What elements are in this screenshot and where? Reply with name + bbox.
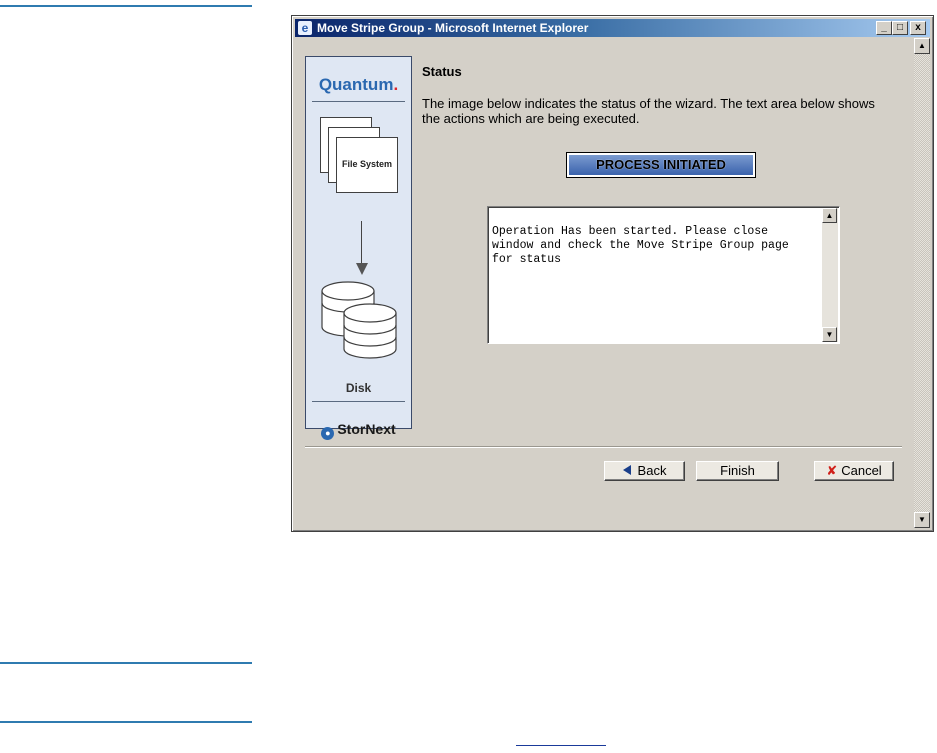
top-rule — [0, 5, 252, 7]
stornext-logo: ● StorNext — [306, 421, 411, 440]
lower-rule — [0, 721, 252, 723]
scroll-up-icon[interactable]: ▲ — [914, 38, 930, 54]
mid-rule — [0, 662, 252, 664]
quantum-logo: Quantum. — [318, 75, 399, 94]
process-status-badge: PROCESS INITIATED — [566, 152, 756, 178]
globe-icon: ● — [321, 427, 335, 440]
disk-label: Disk — [345, 381, 372, 395]
back-arrow-icon — [622, 465, 631, 475]
log-scroll-up-icon[interactable]: ▲ — [822, 208, 837, 223]
window-scrollbar[interactable]: ▲ ▼ — [914, 38, 930, 528]
finish-button[interactable]: Finish — [696, 461, 779, 481]
back-button[interactable]: Back — [604, 461, 685, 481]
panel-divider — [312, 101, 405, 102]
cancel-x-icon: ✘ — [826, 463, 838, 478]
panel-divider-bottom — [312, 401, 405, 402]
log-scroll-down-icon[interactable]: ▼ — [822, 327, 837, 342]
disk-icon — [320, 279, 400, 369]
status-heading: Status — [422, 64, 462, 79]
wizard-side-panel: Quantum. File System Disk ● StorNext — [305, 56, 412, 440]
maximize-button[interactable]: □ — [892, 21, 908, 35]
scroll-down-icon[interactable]: ▼ — [914, 512, 930, 528]
file-system-icon: File System — [320, 117, 404, 197]
process-status-text: PROCESS INITIATED — [596, 157, 726, 172]
footer-link-underline — [516, 745, 606, 746]
close-button[interactable]: x — [910, 21, 926, 35]
ie-icon: e — [298, 21, 312, 35]
actions-log-textarea[interactable]: Operation Has been started. Please close… — [487, 206, 840, 344]
wizard-content: Quantum. File System Disk ● StorNext Sta… — [295, 38, 914, 528]
status-description: The image below indicates the status of … — [422, 96, 875, 126]
minimize-button[interactable]: _ — [876, 21, 892, 35]
window-title: Move Stripe Group - Microsoft Internet E… — [317, 21, 589, 35]
title-bar[interactable]: e Move Stripe Group - Microsoft Internet… — [295, 19, 930, 37]
log-scrollbar[interactable]: ▲ ▼ — [822, 208, 838, 342]
down-arrow-icon — [361, 221, 362, 267]
file-system-label: File System — [341, 159, 393, 169]
cancel-button[interactable]: ✘ Cancel — [814, 461, 894, 481]
actions-log-text: Operation Has been started. Please close… — [492, 225, 789, 266]
browser-window: e Move Stripe Group - Microsoft Internet… — [291, 15, 934, 532]
